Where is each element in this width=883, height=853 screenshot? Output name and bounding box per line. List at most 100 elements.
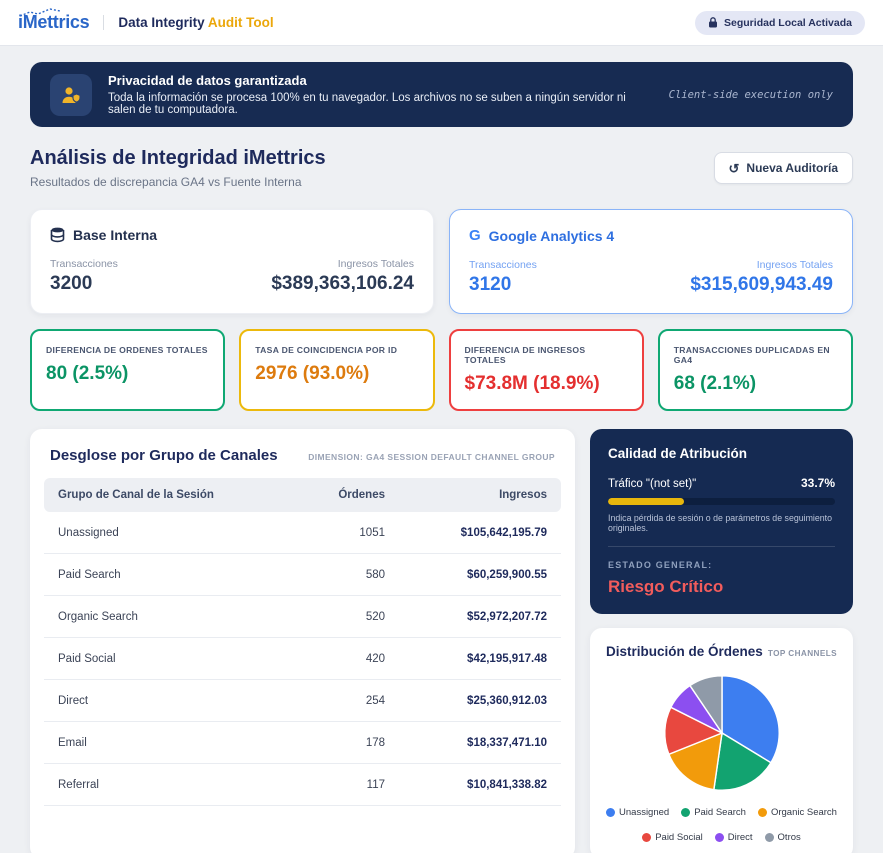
ga4-source-card: G Google Analytics 4 Transacciones 3120 … [449,209,853,314]
app-title: Data Integrity Audit Tool [103,15,273,30]
app-title-accent: Audit Tool [208,15,274,30]
pie-header: Distribución de Órdenes TOP CHANNELS [606,644,837,659]
legend-label: Direct [728,832,753,843]
main-grid: Desglose por Grupo de Canales DIMENSION:… [30,429,853,853]
privacy-text: Privacidad de datos garantizada Toda la … [108,73,639,116]
user-shield-icon [59,83,83,107]
legend-dot [765,833,774,842]
cell-channel: Organic Search [44,596,291,638]
app-title-primary: Data Integrity [118,15,204,30]
attribution-title: Calidad de Atribución [608,446,835,461]
attribution-caption: Indica pérdida de sesión o de parámetros… [608,513,835,547]
pie-legend: UnassignedPaid SearchOrganic SearchPaid … [606,807,837,843]
revenue-label: Ingresos Totales [690,259,833,271]
col-channel: Grupo de Canal de la Sesión [44,478,291,512]
cell-channel: Unassigned [44,512,291,554]
imettrics-logo: iMettrics [18,12,89,33]
cell-channel: Paid Social [44,638,291,680]
table-row: Email178$18,337,471.10 [44,722,561,764]
kpi-revenue-difference: DIFERENCIA DE INGRESOS TOTALES $73.8M (1… [449,329,644,411]
cell-revenue: $42,195,917.48 [399,638,561,680]
notset-progress-track [608,498,835,505]
legend-dot [642,833,651,842]
transactions-value: 3120 [469,274,537,296]
dimension-note: DIMENSION: GA4 SESSION DEFAULT CHANNEL G… [308,452,555,462]
kpi-label: TRANSACCIONES DUPLICADAS EN GA4 [674,345,837,365]
table-row: Organic Search520$52,972,207.72 [44,596,561,638]
table-row: Unassigned1051$105,642,195.79 [44,512,561,554]
channel-table-head: Grupo de Canal de la Sesión Órdenes Ingr… [44,478,561,512]
legend-dot [758,808,767,817]
new-audit-label: Nueva Auditoría [746,161,838,175]
privacy-icon-tile [50,74,92,116]
revenue-value: $389,363,106.24 [271,273,414,295]
kpi-duplicated-transactions: TRANSACCIONES DUPLICADAS EN GA4 68 (2.1%… [658,329,853,411]
internal-source-card: Base Interna Transacciones 3200 Ingresos… [30,209,434,314]
kpi-value: 2976 (93.0%) [255,363,418,385]
cell-revenue: $10,841,338.82 [399,764,561,806]
cell-orders: 117 [291,764,399,806]
cell-orders: 580 [291,554,399,596]
cell-orders: 1051 [291,512,399,554]
right-column: Calidad de Atribución Tráfico "(not set)… [590,429,853,853]
col-revenue: Ingresos [399,478,561,512]
client-side-note: Client-side execution only [655,89,833,101]
ga4-source-header: G Google Analytics 4 [469,227,833,244]
legend-label: Unassigned [619,807,669,818]
cell-orders: 254 [291,680,399,722]
legend-item: Direct [715,832,753,843]
cell-revenue: $52,972,207.72 [399,596,561,638]
database-icon [50,227,65,243]
ga4-revenue: Ingresos Totales $315,609,943.49 [690,259,833,296]
channel-table: Grupo de Canal de la Sesión Órdenes Ingr… [44,478,561,806]
table-header-row: Desglose por Grupo de Canales DIMENSION:… [50,447,555,464]
transactions-label: Transacciones [50,258,118,270]
top-channels-badge: TOP CHANNELS [768,649,837,658]
cell-orders: 520 [291,596,399,638]
header-row: Grupo de Canal de la Sesión Órdenes Ingr… [44,478,561,512]
kpi-id-match-rate: TASA DE COINCIDENCIA POR ID 2976 (93.0%) [239,329,434,411]
lock-icon [708,17,718,28]
notset-progress-fill [608,498,684,505]
ga4-source-name: Google Analytics 4 [489,228,615,244]
table-row: Paid Search580$60,259,900.55 [44,554,561,596]
legend-item: Unassigned [606,807,669,818]
privacy-banner: Privacidad de datos garantizada Toda la … [30,62,853,127]
table-row: Paid Social420$42,195,917.48 [44,638,561,680]
page-title-row: Análisis de Integridad iMettrics Resulta… [30,147,853,189]
col-orders: Órdenes [291,478,399,512]
channel-breakdown-card: Desglose por Grupo de Canales DIMENSION:… [30,429,575,853]
revenue-value: $315,609,943.49 [690,274,833,296]
kpi-value: 68 (2.1%) [674,373,837,395]
cell-revenue: $25,360,912.03 [399,680,561,722]
overall-status-label: ESTADO GENERAL: [608,560,835,570]
kpi-value: $73.8M (18.9%) [465,373,628,395]
channel-table-body: Unassigned1051$105,642,195.79Paid Search… [44,512,561,806]
table-title: Desglose por Grupo de Canales [50,447,278,464]
google-icon: G [469,227,481,244]
internal-revenue: Ingresos Totales $389,363,106.24 [271,258,414,295]
cell-channel: Paid Search [44,554,291,596]
legend-label: Paid Search [694,807,746,818]
legend-label: Otros [778,832,801,843]
internal-metrics: Transacciones 3200 Ingresos Totales $389… [50,258,414,295]
revenue-label: Ingresos Totales [271,258,414,270]
ga4-transactions: Transacciones 3120 [469,259,537,296]
legend-label: Paid Social [655,832,703,843]
cell-orders: 178 [291,722,399,764]
transactions-label: Transacciones [469,259,537,271]
cell-orders: 420 [291,638,399,680]
security-badge-label: Seguridad Local Activada [724,17,852,29]
kpi-orders-difference: DIFERENCIA DE ORDENES TOTALES 80 (2.5%) [30,329,225,411]
pie-title: Distribución de Órdenes [606,644,763,659]
table-row: Direct254$25,360,912.03 [44,680,561,722]
page-subtitle: Resultados de discrepancia GA4 vs Fuente… [30,175,326,189]
notset-label: Tráfico "(not set)" [608,478,696,490]
legend-dot [681,808,690,817]
transactions-value: 3200 [50,273,118,295]
new-audit-button[interactable]: ↺ Nueva Auditoría [714,152,853,184]
table-row: Referral117$10,841,338.82 [44,764,561,806]
ga4-metrics: Transacciones 3120 Ingresos Totales $315… [469,259,833,296]
attribution-quality-card: Calidad de Atribución Tráfico "(not set)… [590,429,853,614]
legend-item: Otros [765,832,801,843]
